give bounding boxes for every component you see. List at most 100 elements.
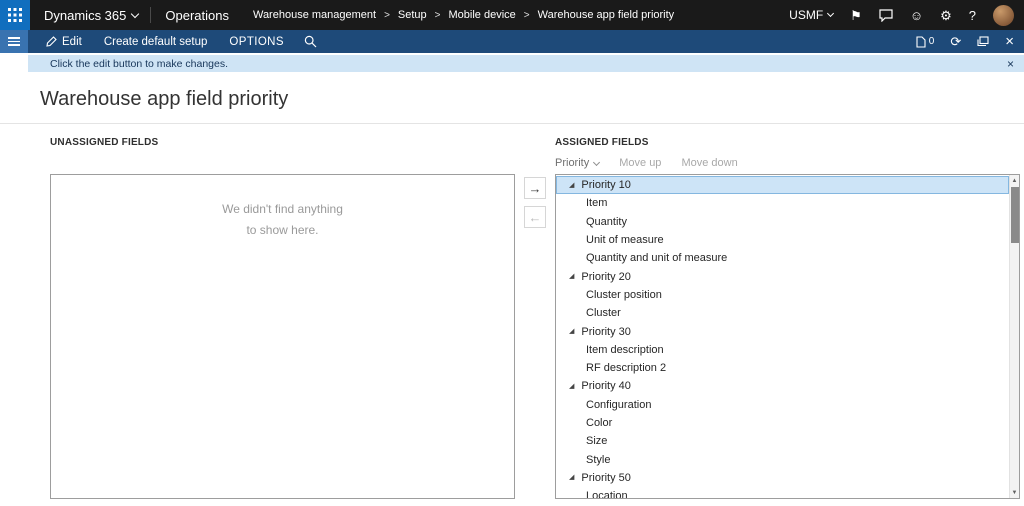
expand-collapse-icon[interactable]: ◢ [569, 474, 574, 481]
field-priority-content: UNASSIGNED FIELDS We didn't find anythin… [0, 124, 1024, 499]
tree-group-row[interactable]: ◢Priority 40 [556, 377, 1009, 395]
app-name[interactable]: Operations [151, 8, 243, 23]
tree-group-label: Priority 50 [581, 472, 631, 484]
tree-item-label: Location [586, 490, 628, 499]
edit-button-label: Edit [62, 36, 82, 48]
tree-item-label: RF description 2 [586, 362, 666, 374]
breadcrumb-separator-icon: > [524, 10, 530, 21]
arrow-right-icon: → [529, 181, 542, 196]
tree-item-label: Cluster position [586, 289, 662, 301]
tree-item-row[interactable]: Size [556, 432, 1009, 450]
chevron-down-icon [131, 9, 139, 17]
app-window: Dynamics 365 Operations Warehouse manage… [0, 0, 1024, 499]
transfer-buttons: → ← [515, 137, 555, 499]
unassigned-fields-header: UNASSIGNED FIELDS [50, 137, 515, 151]
priority-dropdown[interactable]: Priority [555, 157, 599, 169]
tree-group-row[interactable]: ◢ Priority 50 [556, 469, 1009, 487]
scrollbar-thumb[interactable] [1011, 187, 1019, 243]
create-default-setup-label: Create default setup [104, 36, 208, 48]
empty-state-line2: to show here. [51, 220, 514, 241]
message-bar-close-icon[interactable]: × [1007, 57, 1014, 71]
tree-item-row[interactable]: Quantity and unit of measure [556, 249, 1009, 267]
move-down-label: Move down [681, 157, 737, 169]
action-pane: Edit Create default setup OPTIONS 0 ⟳ × [0, 30, 1024, 53]
tree-item-label: Quantity [586, 216, 627, 228]
message-bar-text: Click the edit button to make changes. [50, 58, 228, 70]
unassigned-fields-section: UNASSIGNED FIELDS We didn't find anythin… [50, 137, 515, 499]
tree-item-label: Quantity and unit of measure [586, 252, 727, 264]
edit-button[interactable]: Edit [42, 36, 86, 48]
move-up-button[interactable]: Move up [619, 157, 661, 169]
help-icon[interactable]: ? [969, 9, 976, 22]
pencil-icon [46, 36, 57, 47]
tree-item-row[interactable]: Unit of measure [556, 231, 1009, 249]
attachments-button[interactable]: 0 [916, 36, 935, 48]
expand-collapse-icon[interactable]: ◢ [569, 182, 574, 189]
expand-collapse-icon[interactable]: ◢ [569, 273, 574, 280]
chevron-down-icon [827, 10, 834, 17]
attachment-doc-icon [916, 36, 926, 48]
feedback-icon[interactable] [879, 9, 893, 22]
product-switcher[interactable]: Dynamics 365 [30, 8, 150, 23]
page-title: Warehouse app field priority [40, 88, 1024, 111]
breadcrumb-item[interactable]: Warehouse management [253, 9, 376, 21]
unassigned-fields-listbox[interactable]: We didn't find anything to show here. [50, 174, 515, 499]
refresh-icon[interactable]: ⟳ [950, 35, 961, 48]
company-name: USMF [789, 8, 823, 22]
move-up-label: Move up [619, 157, 661, 169]
scrollbar[interactable]: ▲ ▼ [1009, 175, 1019, 498]
open-in-new-window-icon[interactable] [977, 36, 989, 47]
tree-item-row[interactable]: Item description [556, 341, 1009, 359]
topbar-right-group: USMF ⚑ ☺ ⚙ ? [789, 5, 1024, 26]
tree-item-row[interactable]: Style [556, 450, 1009, 468]
close-page-icon[interactable]: × [1005, 34, 1014, 49]
tree-item-label: Item [586, 197, 607, 209]
move-to-unassigned-button[interactable]: → [524, 177, 546, 199]
scroll-down-icon[interactable]: ▼ [1012, 487, 1018, 498]
breadcrumb-item[interactable]: Warehouse app field priority [538, 9, 675, 21]
flag-icon[interactable]: ⚑ [850, 9, 862, 22]
empty-state-message: We didn't find anything to show here. [51, 199, 514, 241]
tree-item-label: Cluster [586, 307, 621, 319]
breadcrumb-item[interactable]: Setup [398, 9, 427, 21]
tree-group-row[interactable]: ◢ Priority 30 [556, 322, 1009, 340]
tree-item-label: Color [586, 417, 612, 429]
move-down-button[interactable]: Move down [681, 157, 737, 169]
hamburger-icon [8, 37, 20, 39]
options-menu-button[interactable]: OPTIONS [225, 36, 288, 48]
tree-group-label: Priority 30 [581, 326, 631, 338]
tree-item-row[interactable]: Item [556, 194, 1009, 212]
expand-collapse-icon[interactable]: ◢ [569, 328, 574, 335]
move-to-assigned-button[interactable]: ← [524, 206, 546, 228]
action-pane-right-group: 0 ⟳ × [916, 34, 1024, 49]
tree-item-label: Item description [586, 344, 664, 356]
avatar[interactable] [993, 5, 1014, 26]
gear-icon[interactable]: ⚙ [940, 9, 952, 22]
app-launcher-button[interactable] [0, 0, 30, 30]
create-default-setup-button[interactable]: Create default setup [100, 36, 212, 48]
tree-item-row[interactable]: Quantity [556, 213, 1009, 231]
message-bar: Click the edit button to make changes. × [28, 55, 1024, 72]
search-icon[interactable] [304, 35, 317, 48]
tree-group-row[interactable]: ◢Priority 20 [556, 267, 1009, 285]
smiley-icon[interactable]: ☺ [910, 9, 923, 22]
top-navbar: Dynamics 365 Operations Warehouse manage… [0, 0, 1024, 30]
tree-item-row[interactable]: Cluster [556, 304, 1009, 322]
tree-item-row[interactable]: Location [556, 487, 1009, 499]
tree-group-row[interactable]: ◢ Priority 10 [556, 176, 1009, 194]
breadcrumb-item[interactable]: Mobile device [449, 9, 516, 21]
unassigned-toolbar-spacer [50, 152, 515, 174]
tree-item-row[interactable]: RF description 2 [556, 359, 1009, 377]
tree-item-row[interactable]: Cluster position [556, 286, 1009, 304]
tree-group-label: Priority 10 [581, 179, 631, 191]
scroll-up-icon[interactable]: ▲ [1012, 175, 1018, 186]
arrow-left-icon: ← [529, 210, 542, 225]
tree-item-row[interactable]: Configuration [556, 396, 1009, 414]
tree-item-row[interactable]: Color [556, 414, 1009, 432]
company-picker[interactable]: USMF [789, 8, 833, 22]
hamburger-menu-button[interactable] [0, 30, 28, 53]
priority-dropdown-label: Priority [555, 157, 589, 169]
attachments-count: 0 [929, 37, 935, 47]
assigned-fields-listbox[interactable]: ◢ Priority 10 Item Quantity Unit of measure Q… [555, 174, 1020, 499]
expand-collapse-icon[interactable]: ◢ [569, 383, 574, 390]
